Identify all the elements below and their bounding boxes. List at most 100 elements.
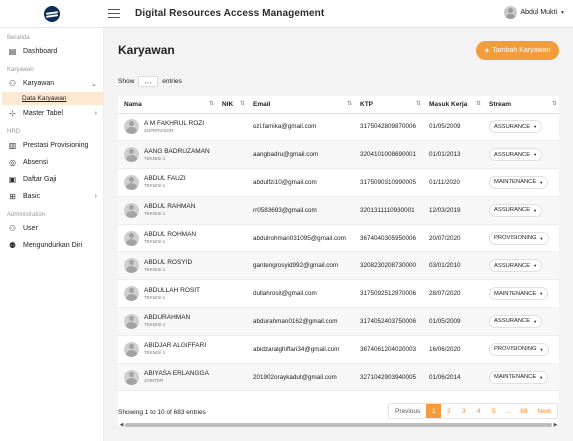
stream-dropdown[interactable]: MAINTENANCE ▼ [489, 175, 549, 189]
cell-masuk-kerja: 12/03/2019 [423, 196, 483, 225]
sidebar-item-dashboard[interactable]: ▤ Dashboard [0, 43, 103, 60]
employee-role: TEKNISI 1 [144, 266, 166, 272]
fingerprint-icon: ◎ [9, 158, 16, 167]
scrollbar-track[interactable] [125, 422, 552, 427]
chevron-down-icon: ▼ [539, 235, 544, 241]
table-row[interactable]: ABDUL RAHMAN TEKNISI 1 rr0583693@gmail.com… [118, 196, 559, 225]
entries-select[interactable]: ,, , [138, 76, 159, 87]
cell-nik [216, 196, 247, 225]
table-row[interactable]: ABDURAHMAN TEKNISI 1 abdurahman0162@gmail.… [118, 307, 559, 336]
scroll-left-icon[interactable]: ◀ [118, 422, 125, 428]
table-row[interactable]: ABIYASA ERLANGGA JOINTER 201902oraykadut@g… [118, 363, 559, 392]
stream-dropdown[interactable]: MAINTENANCE ▼ [489, 287, 549, 301]
table-row[interactable]: AANG BADRUZAMAN TEKNISI 1 aangbadru@gmail.… [118, 140, 559, 170]
chevron-down-icon: ▼ [539, 291, 544, 297]
pagination-page[interactable]: 2 [441, 404, 456, 418]
pagination-page[interactable]: 69 [516, 404, 531, 418]
column-header-masuk-kerja[interactable]: Masuk Kerja ⇅ [423, 96, 483, 114]
employee-avatar [124, 369, 139, 385]
stream-dropdown[interactable]: ASSURANCE ▼ [489, 120, 543, 134]
table-row[interactable]: ABIDJAR ALGIFFARI TEKNISI 1 abidzaralghiff… [118, 335, 559, 364]
add-employee-button[interactable]: + Tambah Karyawan [476, 41, 559, 60]
sidebar-section-hrd: HRD [7, 129, 20, 135]
cell-nama: ABIYASA ERLANGGA JOINTER [118, 363, 216, 392]
sort-icon: ⇅ [208, 101, 214, 107]
sidebar-subitem-data-karyawan[interactable]: Data Karyawan [2, 92, 104, 105]
cell-ktp: 3175042809870006 [354, 113, 423, 142]
employee-avatar [124, 286, 139, 302]
pagination-page[interactable]: 4 [471, 404, 486, 418]
logo-area[interactable] [0, 0, 104, 28]
employee-name: ABDURAHMAN [144, 314, 191, 322]
horizontal-scrollbar[interactable]: ◀ ▶ [118, 421, 559, 428]
table-row[interactable]: A M FAKHRUL ROZI SUPERVISOR ozi.famika@gma… [118, 113, 559, 142]
pagination-next[interactable]: Next [532, 404, 557, 418]
sidebar-item-label: Master Tabel [23, 110, 63, 117]
user-menu[interactable]: Abdul Mukti ▼ [504, 6, 565, 19]
dashboard-icon: ▤ [8, 47, 17, 56]
cell-stream: MAINTENANCE ▼ [483, 363, 559, 392]
sidebar-item-mengundurkan-diri[interactable]: ⚉ Mengundurkan Diri [0, 237, 103, 254]
sidebar-item-user[interactable]: ⚇ User [0, 220, 103, 237]
scrollbar-thumb[interactable] [125, 422, 552, 427]
app-logo[interactable] [44, 5, 60, 22]
pagination-previous[interactable]: Previous [389, 404, 426, 418]
table-row[interactable]: ABDULLAH ROSIT TEKNISI 1 dullahrosit@gmail… [118, 279, 559, 309]
wallet-icon: ▣ [8, 175, 17, 184]
stream-dropdown[interactable]: PROVISIONING ▼ [489, 231, 549, 245]
column-header-nama[interactable]: Nama ⇅ [118, 96, 216, 114]
sidebar-item-daftar-gaji[interactable]: ▣ Daftar Gaji [0, 171, 103, 188]
sidebar-item-basic[interactable]: ⊞ Basic › [0, 188, 103, 205]
column-header-ktp[interactable]: KTP ⇅ [354, 96, 423, 114]
stream-dropdown[interactable]: ASSURANCE ▼ [489, 259, 543, 273]
table-row[interactable]: ABDUL ROSYID TEKNISI 1 gantengrosyid992@gm… [118, 251, 559, 281]
stream-dropdown[interactable]: ASSURANCE ▼ [489, 314, 543, 328]
cell-ktp: 3175092512970006 [354, 279, 423, 309]
cell-masuk-kerja: 01/06/2014 [423, 363, 483, 392]
pagination: Previous 1 2 3 4 5 ... 69 Next [388, 403, 558, 419]
table-row[interactable]: ABDUL ROHMAN TEKNISI 1 abdulrohman031095@g… [118, 224, 559, 253]
show-label: Show [118, 78, 135, 85]
stream-value: MAINTENANCE [494, 179, 537, 186]
sidebar-item-prestasi[interactable]: ▥ Prestasi Provisioning [0, 137, 103, 154]
pagination-page[interactable]: 5 [486, 404, 501, 418]
column-header-email[interactable]: Email ⇅ [247, 96, 354, 114]
menu-toggle-icon[interactable] [108, 9, 120, 18]
stream-dropdown[interactable]: MAINTENANCE ▼ [489, 370, 549, 384]
cell-nama: ABDUL RAHMAN TEKNISI 1 [118, 196, 216, 225]
sidebar-item-karyawan[interactable]: ⚇ Karyawan ⌄ [0, 75, 103, 92]
employee-role: JOINTER [144, 378, 164, 384]
cell-nama: ABDURAHMAN TEKNISI 1 [118, 307, 216, 336]
employee-role: TEKNISI 1 [144, 239, 166, 245]
employee-role: TEKNISI 1 [144, 183, 166, 189]
entries-label: entries [162, 78, 182, 85]
pagination-page[interactable]: 1 [426, 404, 442, 418]
page-title: Karyawan [118, 43, 175, 57]
column-header-nik[interactable]: NIK ⇅ [216, 96, 247, 114]
employee-name: ABIDJAR ALGIFFARI [144, 342, 207, 350]
cell-nik [216, 335, 247, 364]
cell-nama: ABIDJAR ALGIFFARI TEKNISI 1 [118, 335, 216, 364]
book-icon: ▥ [8, 141, 17, 150]
cell-nik [216, 251, 247, 281]
stream-dropdown[interactable]: ASSURANCE ▼ [489, 203, 543, 217]
sidebar-item-absensi[interactable]: ◎ Absensi [0, 154, 103, 171]
stream-dropdown[interactable]: ASSURANCE ▼ [489, 148, 543, 162]
employee-role: TEKNISI 1 [144, 322, 166, 328]
user-icon: ⚇ [8, 79, 17, 88]
sort-icon: ⇅ [551, 101, 557, 107]
chevron-down-icon: ▼ [533, 152, 538, 158]
scroll-right-icon[interactable]: ▶ [552, 422, 559, 428]
cell-masuk-kerja: 01/11/2020 [423, 168, 483, 197]
cell-masuk-kerja: 16/06/2020 [423, 335, 483, 364]
cell-email: abdulfzi10@gmail.com [247, 168, 354, 197]
cell-ktp: 3674061204020003 [354, 335, 423, 364]
cell-ktp: 3175090310990005 [354, 168, 423, 197]
sidebar-item-master-tabel[interactable]: ⊹ Master Tabel › [0, 105, 103, 122]
cell-nik [216, 140, 247, 170]
stream-dropdown[interactable]: PROVISIONING ▼ [489, 342, 549, 356]
pagination-page[interactable]: 3 [456, 404, 471, 418]
sidebar-item-label: Karyawan [23, 80, 55, 87]
table-row[interactable]: ABDUL FAUZI TEKNISI 1 abdulfzi10@gmail.com… [118, 168, 559, 197]
column-header-stream[interactable]: Stream ⇅ [483, 96, 559, 114]
